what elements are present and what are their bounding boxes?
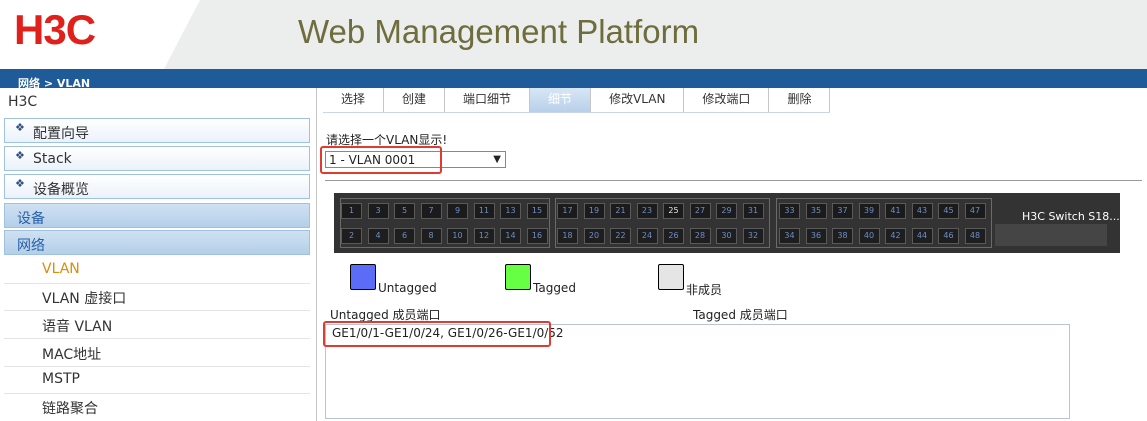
switch-port-47[interactable]: 47 [964,203,986,219]
switch-port-35[interactable]: 35 [805,203,827,219]
switch-port-11[interactable]: 11 [473,203,495,219]
switch-port-22[interactable]: 22 [610,228,631,244]
switch-port-45[interactable]: 45 [938,203,959,219]
sidebar-item-label: 配置向导 [33,126,89,142]
switch-port-10[interactable]: 10 [447,228,468,244]
divider [325,180,1142,181]
switch-port-3[interactable]: 3 [367,203,389,219]
switch-port-24[interactable]: 24 [636,228,658,244]
legend-label-tagged: Tagged [533,281,576,295]
switch-port-33[interactable]: 33 [779,203,800,219]
switch-port-12[interactable]: 12 [473,228,495,244]
switch-port-6[interactable]: 6 [394,228,415,244]
tab-bar: 选择 创建 端口细节 细节 修改VLAN 修改端口 删除 [323,88,831,113]
switch-port-2[interactable]: 2 [341,228,362,244]
switch-port-40[interactable]: 40 [858,228,880,244]
tab-modify-vlan[interactable]: 修改VLAN [591,88,685,112]
switch-port-4[interactable]: 4 [367,228,389,244]
switch-port-43[interactable]: 43 [911,203,933,219]
sidebar-subitem-mac-address[interactable]: MAC地址 [42,344,101,364]
divider [4,338,310,339]
sidebar-root-label[interactable]: H3C [8,94,37,110]
switch-port-16[interactable]: 16 [526,228,548,244]
sidebar-subitem-vlan-interface[interactable]: VLAN 虚接口 [42,288,126,308]
sidebar-subitem-mstp[interactable]: MSTP [42,371,80,387]
divider [4,366,310,367]
diamond-icon: ❖ [15,121,25,134]
switch-port-27[interactable]: 27 [689,203,711,219]
switch-port-29[interactable]: 29 [716,203,737,219]
switch-port-36[interactable]: 36 [805,228,827,244]
tab-port-detail[interactable]: 端口细节 [445,88,531,112]
switch-port-19[interactable]: 19 [583,203,605,219]
divider [4,283,310,284]
switch-port-38[interactable]: 38 [832,228,853,244]
diamond-icon: ❖ [15,177,25,190]
legend-swatch-untagged [350,264,376,290]
switch-port-17[interactable]: 17 [557,203,578,219]
divider [4,393,310,394]
sfp-block [995,224,1107,246]
sidebar-section-label: 设备 [17,211,45,227]
divider [4,310,310,311]
switch-port-37[interactable]: 37 [832,203,853,219]
sidebar-item-stack[interactable]: ❖ Stack [4,146,310,171]
switch-port-28[interactable]: 28 [689,228,711,244]
tab-detail[interactable]: 细节 [530,88,592,112]
switch-port-31[interactable]: 31 [742,203,764,219]
legend-label-untagged: Untagged [378,281,437,295]
switch-port-20[interactable]: 20 [583,228,605,244]
switch-port-42[interactable]: 42 [885,228,906,244]
legend-swatch-tagged [505,264,531,290]
sidebar-divider [316,88,317,421]
app-title: Web Management Platform [298,13,700,50]
switch-port-32[interactable]: 32 [742,228,764,244]
tab-create[interactable]: 创建 [384,88,446,112]
top-nav-bar [0,69,1147,88]
switch-port-7[interactable]: 7 [420,203,442,219]
sidebar-item-label: 设备概览 [33,182,89,198]
switch-port-8[interactable]: 8 [420,228,442,244]
switch-port-9[interactable]: 9 [447,203,468,219]
h3c-logo: H3C [14,6,96,53]
switch-port-30[interactable]: 30 [716,228,737,244]
switch-port-21[interactable]: 21 [610,203,631,219]
tab-select[interactable]: 选择 [323,88,385,112]
tagged-members-label: Tagged 成员端口 [693,308,788,322]
chevron-down-icon: ▼ [493,154,501,165]
switch-port-1[interactable]: 1 [341,203,362,219]
switch-port-15[interactable]: 15 [526,203,548,219]
tab-modify-port[interactable]: 修改端口 [684,88,770,112]
sidebar-section-device[interactable]: 设备 [4,203,310,228]
switch-port-25[interactable]: 25 [663,203,684,219]
tab-delete[interactable]: 删除 [769,88,831,112]
sidebar-section-network[interactable]: 网络 [4,230,310,255]
switch-port-39[interactable]: 39 [858,203,880,219]
highlight-box [320,146,442,174]
switch-port-44[interactable]: 44 [911,228,933,244]
sidebar-section-label: 网络 [17,238,45,254]
legend-label-non-member: 非成员 [686,283,723,297]
switch-port-14[interactable]: 14 [500,228,521,244]
breadcrumb: 网络 > VLAN [18,77,91,90]
switch-port-5[interactable]: 5 [394,203,415,219]
sidebar-subitem-voice-vlan[interactable]: 语音 VLAN [42,316,112,336]
switch-port-48[interactable]: 48 [964,228,986,244]
switch-port-23[interactable]: 23 [636,203,658,219]
sidebar-subitem-link-aggregation[interactable]: 链路聚合 [42,398,98,418]
highlight-box [323,321,551,347]
switch-port-26[interactable]: 26 [663,228,684,244]
sidebar-item-device-overview[interactable]: ❖ 设备概览 [4,174,310,199]
switch-model-label: H3C Switch S18... [1022,210,1120,223]
switch-port-34[interactable]: 34 [779,228,800,244]
sidebar-item-label: Stack [33,151,72,167]
switch-port-46[interactable]: 46 [938,228,959,244]
diamond-icon: ❖ [15,149,25,162]
sidebar-subitem-vlan[interactable]: VLAN [42,261,80,277]
legend-swatch-non-member [658,264,684,290]
sidebar-item-config-wizard[interactable]: ❖ 配置向导 [4,118,310,143]
switch-port-41[interactable]: 41 [885,203,906,219]
switch-port-13[interactable]: 13 [500,203,521,219]
switch-port-18[interactable]: 18 [557,228,578,244]
